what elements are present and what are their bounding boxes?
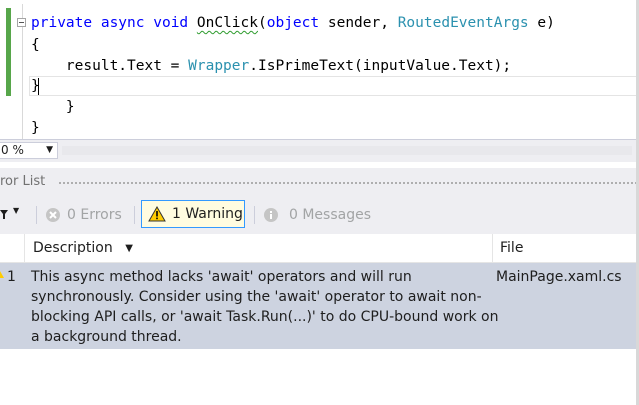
toolbar-separator (36, 206, 37, 224)
error-list-empty-area (0, 349, 639, 405)
warnings-count-label: 1 Warning (172, 206, 243, 222)
warnings-filter-button[interactable]: 1 Warning (141, 200, 245, 228)
column-header-label: Description (33, 240, 113, 256)
current-line-highlight (29, 76, 639, 96)
change-tracking-bar (6, 8, 11, 96)
method-name-warning[interactable]: OnClick (197, 15, 258, 31)
column-separator[interactable] (24, 234, 25, 262)
code-token: object (266, 15, 320, 31)
panel-title: ror List (0, 174, 46, 189)
toolbar-separator (254, 206, 255, 224)
code-line-statement[interactable]: result.Text = Wrapper.IsPrimeText(inputV… (31, 55, 511, 77)
text-caret (38, 78, 39, 95)
title-bar-grip (58, 181, 639, 186)
horizontal-scrollbar[interactable] (62, 146, 632, 155)
error-icon (46, 208, 60, 222)
info-icon (264, 208, 278, 222)
code-token: void (153, 15, 189, 31)
errors-count-label: 0 Errors (67, 207, 122, 223)
code-token: private (31, 15, 93, 31)
row-description-line: a background thread. (31, 329, 182, 345)
warning-row-icon (0, 271, 4, 278)
toolbar-separator (134, 206, 135, 224)
code-line-signature[interactable]: private async void OnClick(object sender… (31, 12, 555, 34)
row-description-line: This async method lacks 'await' operator… (31, 269, 412, 285)
column-separator[interactable] (492, 234, 493, 262)
code-token: RoutedEventArgs (397, 15, 529, 31)
row-description-line: blocking API calls, or 'await Task.Run(.… (31, 309, 499, 325)
chevron-down-icon: ▼ (46, 145, 53, 155)
zoom-value: 0 % (1, 143, 24, 157)
code-token: result.Text = (31, 58, 189, 74)
column-header-description[interactable]: Description ▼ (33, 234, 133, 264)
code-token: .IsPrimeText(inputValue.Text); (249, 58, 512, 74)
filter-dropdown-chevron-icon[interactable]: ▼ (13, 206, 19, 215)
error-list-header: Description ▼ File (0, 234, 639, 263)
code-line-outer-close-2[interactable]: } (31, 117, 40, 139)
editor-status-strip: 0 % ▼ (0, 139, 639, 162)
messages-count-label: 0 Messages (289, 207, 372, 223)
code-token: ( (258, 15, 267, 31)
table-row[interactable]: 1 This async method lacks 'await' operat… (0, 263, 639, 349)
warning-icon (148, 206, 166, 222)
code-token: async (100, 15, 145, 31)
row-index: 1 (7, 269, 16, 285)
code-line-open-brace[interactable]: { (31, 34, 40, 56)
code-token: Wrapper (188, 58, 250, 74)
zoom-dropdown[interactable]: 0 % ▼ (0, 142, 58, 159)
error-list-toolbar: ▼ 0 Errors 1 Warning 0 Messages (0, 196, 639, 234)
column-header-file[interactable]: File (500, 234, 523, 262)
sort-arrow-icon: ▼ (125, 243, 133, 254)
error-list-title-bar[interactable]: ror List (0, 168, 639, 196)
code-token: e) (528, 15, 555, 31)
collapse-icon[interactable] (17, 18, 26, 27)
code-line-outer-close-1[interactable]: } (31, 96, 75, 118)
row-file[interactable]: MainPage.xaml.cs (496, 267, 622, 287)
row-description-line: synchronously. Consider using the 'await… (31, 289, 482, 305)
code-editor[interactable]: private async void OnClick(object sender… (0, 0, 639, 140)
filter-icon[interactable] (0, 210, 8, 219)
code-token: sender, (319, 15, 398, 31)
